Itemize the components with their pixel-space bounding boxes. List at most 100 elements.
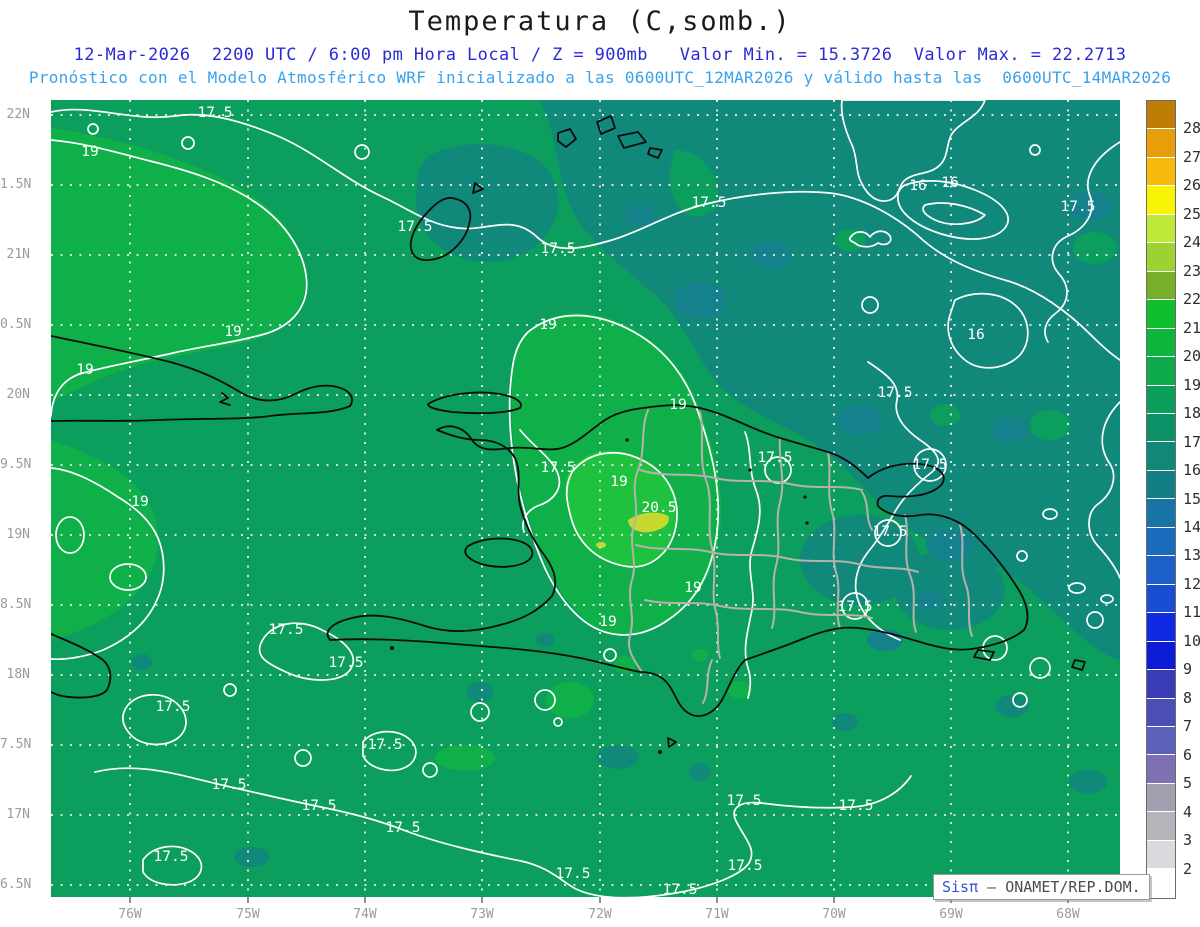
x-axis-label: 74W: [353, 907, 377, 922]
contour-label: 17.5: [398, 219, 433, 235]
y-axis-label: 17N: [6, 807, 30, 822]
colorbar-tick-label: 5: [1183, 774, 1193, 793]
colorbar-tick-label: 3: [1183, 831, 1193, 850]
colorbar-segment: [1147, 385, 1175, 414]
colorbar-tick-label: 15: [1183, 489, 1200, 508]
contour-label: 17.5: [728, 858, 763, 874]
colorbar-tick-label: 19: [1183, 375, 1200, 394]
x-axis-label: 70W: [822, 907, 846, 922]
colorbar-segment: [1147, 556, 1175, 585]
colorbar-segment: [1147, 527, 1175, 557]
valid-time-line: 12-Mar-2026 2200 UTC / 6:00 pm Hora Loca…: [73, 45, 1127, 65]
colorbar-tick-label: 22: [1183, 290, 1200, 309]
x-axis-label: 75W: [236, 907, 260, 922]
colorbar-segment: [1147, 186, 1175, 215]
colorbar-segment: [1147, 157, 1175, 187]
colorbar-segment: [1147, 101, 1175, 130]
colorbar-tick-label: 25: [1183, 204, 1200, 223]
contour-label: 16: [967, 327, 984, 343]
latitude-axis: 22N 1.5N 21N 0.5N 20N 9.5N 19N 8.5N 18N 7.5N 17N 6.…: [0, 0, 32, 927]
y-axis-label: 7.5N: [0, 737, 32, 752]
pi-icon: π: [969, 878, 979, 896]
y-axis-label: 1.5N: [0, 177, 32, 192]
x-axis-label: 76W: [118, 907, 142, 922]
contour-label: 17.5: [839, 798, 874, 814]
contour-label: 17.5: [1061, 199, 1096, 215]
colorbar-tick-label: 20: [1183, 347, 1200, 366]
colorbar-tick-label: 4: [1183, 802, 1193, 821]
contour-label: 19: [224, 324, 241, 340]
x-axis-tick: [833, 897, 835, 903]
colorbar-tick-label: 7: [1183, 717, 1193, 736]
longitude-axis: 76W 75W 74W 73W 72W 71W 70W 69W 68W: [0, 897, 1200, 927]
contour-label: 16: [909, 178, 926, 194]
x-axis-tick: [364, 897, 366, 903]
contour-label: 17.5: [198, 105, 233, 121]
colorbar-segment: [1147, 243, 1175, 272]
colorbar-segment: [1147, 641, 1175, 671]
y-axis-label: 19N: [6, 527, 30, 542]
colorbar-segment: [1147, 613, 1175, 642]
colorbar-segment: [1147, 783, 1175, 813]
contour-label: 17.5: [541, 241, 576, 257]
contour-label: 19: [610, 474, 627, 490]
y-axis-label: 6.5N: [0, 877, 32, 892]
map-canvas: 17.5 19 17.5 17.5 17.5 16 16 17.5 19 19 19 16 19 17.5…: [51, 100, 1120, 897]
y-axis-label: 18N: [6, 667, 30, 682]
contour-label: 19: [599, 614, 616, 630]
colorbar-tick-label: 11: [1183, 603, 1200, 622]
x-axis-label: 72W: [588, 907, 612, 922]
contour-label: 17.5: [878, 385, 913, 401]
contour-label: 16: [941, 175, 958, 191]
x-axis-tick: [247, 897, 249, 903]
contour-label: 19: [539, 317, 556, 333]
contour-label: 17.5: [758, 450, 793, 466]
x-axis-label: 71W: [705, 907, 729, 922]
colorbar-segment: [1147, 499, 1175, 528]
y-axis-label: 9.5N: [0, 457, 32, 472]
x-axis-label: 69W: [939, 907, 963, 922]
colorbar-segment: [1147, 442, 1175, 471]
contour-label: 17.5: [838, 599, 873, 615]
contour-label: 17.5: [556, 866, 591, 882]
colorbar-segment: [1147, 726, 1175, 756]
colorbar-tick-label: 12: [1183, 574, 1200, 593]
colorbar-segment: [1147, 670, 1175, 699]
colorbar-segment: [1147, 840, 1175, 870]
contour-label: 19: [669, 397, 686, 413]
colorbar-tick-label: 10: [1183, 631, 1200, 650]
contour-label: 17.5: [368, 737, 403, 753]
colorbar-tick-label: 2: [1183, 859, 1193, 878]
colorbar-tick-label: 21: [1183, 318, 1200, 337]
colorbar-tick-label: 23: [1183, 261, 1200, 280]
x-axis-tick: [129, 897, 131, 903]
colorbar-segment: [1147, 328, 1175, 358]
x-axis-label: 68W: [1056, 907, 1080, 922]
colorbar-tick-label: 27: [1183, 147, 1200, 166]
contour-label: 17.5: [154, 849, 189, 865]
colorbar-segment: [1147, 584, 1175, 614]
contour-label: 17.5: [692, 195, 727, 211]
y-axis-label: 0.5N: [0, 317, 32, 332]
contour-label: 17.5: [913, 457, 948, 473]
page-title: Temperatura (C,somb.): [408, 6, 792, 37]
colorbar-tick-label: 18: [1183, 404, 1200, 423]
colorbar-segment: [1147, 413, 1175, 443]
contour-label: 19: [76, 362, 93, 378]
colorbar-tick-label: 26: [1183, 176, 1200, 195]
colorbar: [1146, 100, 1176, 899]
colorbar-tick-label: 8: [1183, 688, 1193, 707]
contour-label: 19: [684, 580, 701, 596]
contour-label: 17.5: [302, 798, 337, 814]
colorbar-tick-label: 16: [1183, 461, 1200, 480]
contour-label: 17.5: [386, 820, 421, 836]
colorbar-segment: [1147, 755, 1175, 784]
contour-label: 17.5: [329, 655, 364, 671]
y-axis-label: 8.5N: [0, 597, 32, 612]
x-axis-tick: [716, 897, 718, 903]
colorbar-tick-label: 28: [1183, 119, 1200, 138]
contour-label: 17.5: [156, 699, 191, 715]
colorbar-segment: [1147, 869, 1175, 898]
contour-label: 17.5: [663, 882, 698, 897]
colorbar-tick-label: 13: [1183, 546, 1200, 565]
